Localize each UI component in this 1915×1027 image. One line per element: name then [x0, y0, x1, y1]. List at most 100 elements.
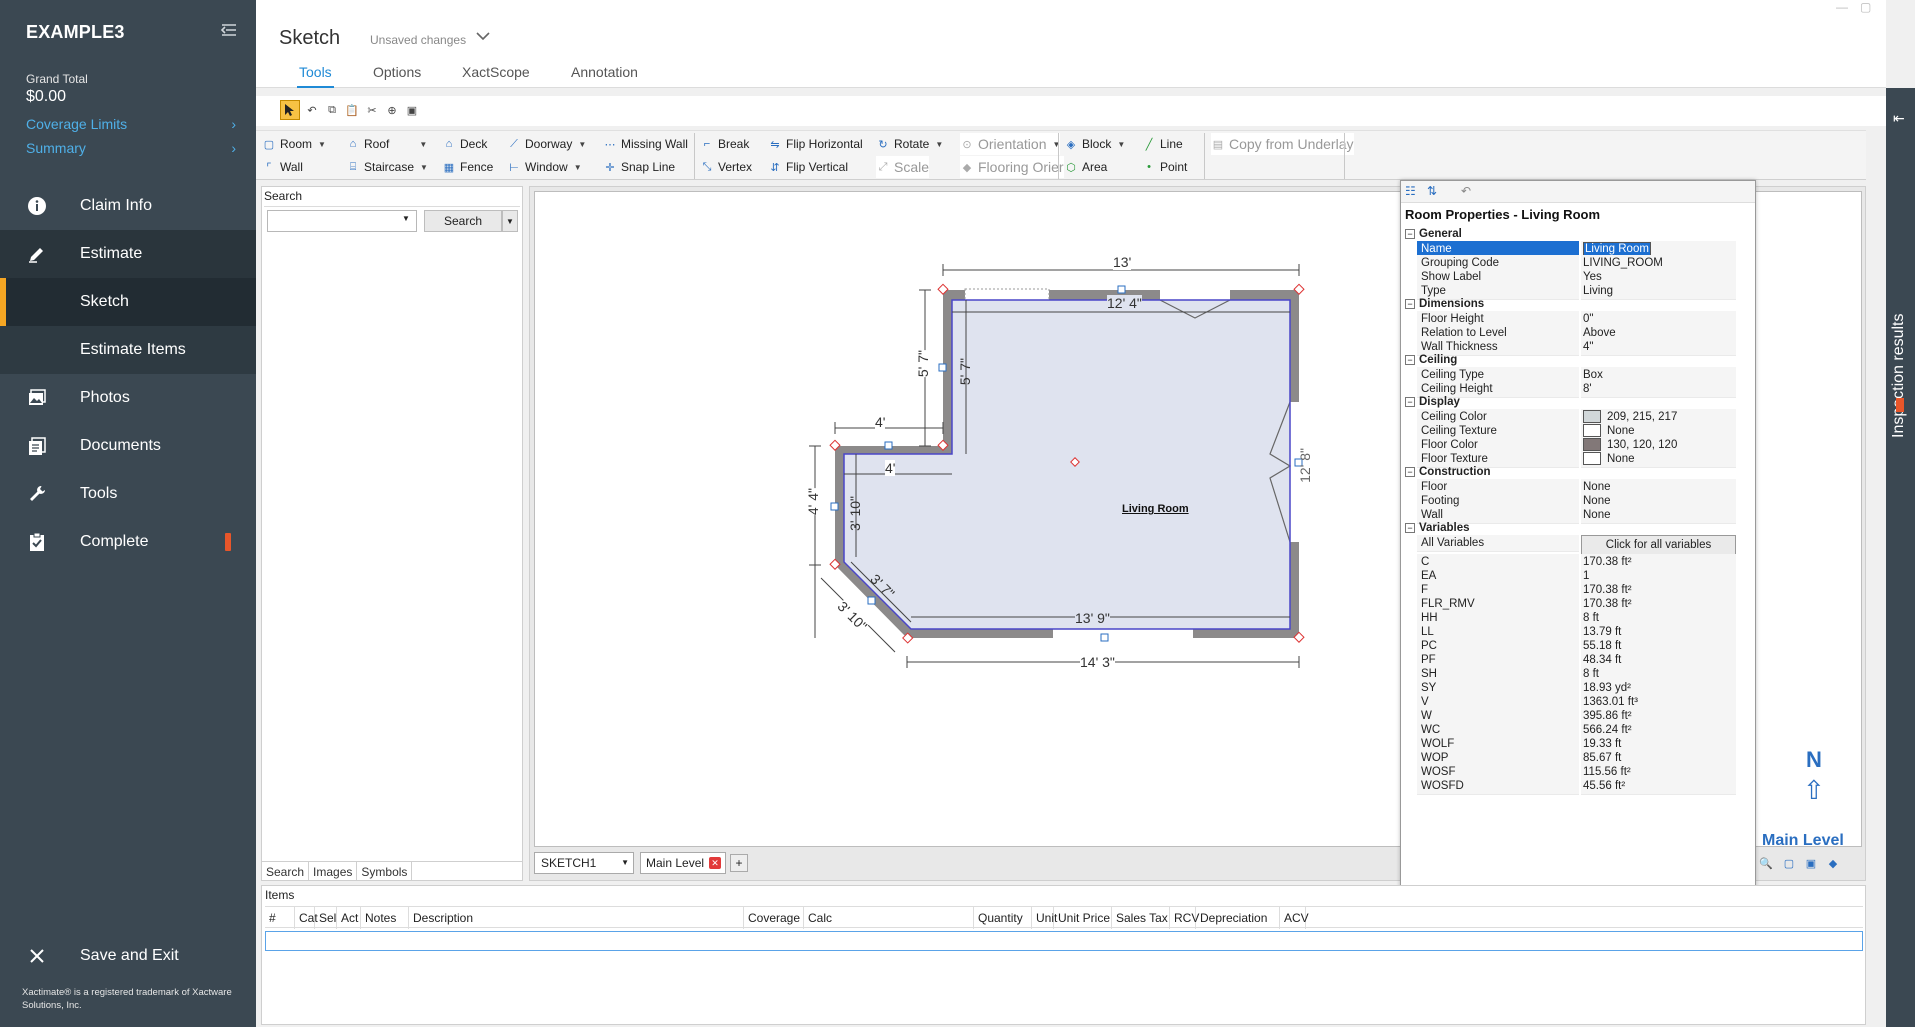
nav-claim-info[interactable]: Claim Info	[0, 182, 256, 230]
collapse-sidebar-icon[interactable]	[220, 22, 240, 42]
flooring-orientation-tool[interactable]: ◆ Flooring Orier	[960, 156, 1064, 178]
wall-tool[interactable]: ⌜ Wall	[262, 156, 302, 178]
tab-tools[interactable]: Tools	[297, 64, 334, 88]
fence-tool[interactable]: ▦ Fence	[442, 156, 494, 178]
minimize-icon[interactable]: —	[1836, 0, 1848, 14]
column-header[interactable]: Calc	[804, 907, 974, 929]
cut-icon[interactable]: ✂	[362, 100, 382, 120]
inspection-results-tab[interactable]: ⇤ Inspection results	[1886, 88, 1915, 1027]
collapse-section-icon[interactable]: −	[1405, 299, 1415, 309]
search-input[interactable]	[267, 210, 417, 232]
room-label[interactable]: Living Room	[1122, 503, 1189, 515]
lock-icon[interactable]: ⊕	[382, 100, 402, 120]
select-pointer-icon[interactable]	[280, 100, 300, 120]
copy-icon[interactable]: ⧉	[322, 100, 342, 120]
summary-link[interactable]: Summary ›	[26, 140, 236, 156]
property-value-text: 8'	[1583, 383, 1592, 395]
undo-icon[interactable]: ↶	[302, 100, 322, 120]
column-header[interactable]: Unit Price	[1054, 907, 1112, 929]
maximize-icon[interactable]: ▢	[1860, 0, 1871, 14]
nav-sketch[interactable]: Sketch	[0, 278, 256, 326]
column-header[interactable]: ACV	[1280, 907, 1309, 929]
nav-photos[interactable]: Photos	[0, 374, 256, 422]
grand-total-value: $0.00	[26, 88, 67, 105]
save-and-exit-button[interactable]: Save and Exit	[0, 932, 256, 980]
save-icon[interactable]: ▣	[402, 100, 422, 120]
column-header[interactable]: Act	[337, 907, 361, 929]
flip-vertical-tool[interactable]: ⇵ Flip Vertical	[768, 156, 848, 178]
search-button[interactable]: Search	[424, 210, 502, 232]
point-tool[interactable]: • Point	[1142, 156, 1187, 178]
nav-estimate[interactable]: Estimate	[0, 230, 256, 278]
tab-search[interactable]: Search	[262, 862, 310, 881]
table-row[interactable]	[265, 931, 1863, 951]
layers-icon[interactable]: ▣	[1802, 854, 1820, 872]
missing-wall-tool[interactable]: ⋯ Missing Wall	[603, 133, 688, 155]
nav-complete[interactable]: Complete	[0, 518, 256, 566]
tab-images[interactable]: Images	[309, 862, 358, 881]
break-tool[interactable]: ⌐ Break	[700, 133, 750, 155]
property-value-text: 48.34 ft	[1583, 654, 1622, 666]
collapse-section-icon[interactable]: −	[1405, 229, 1415, 239]
categorized-view-icon[interactable]: ☷	[1405, 184, 1416, 198]
flip-horizontal-tool[interactable]: ⇋ Flip Horizontal	[768, 133, 862, 155]
room-tool[interactable]: ▢ Room ▼	[262, 133, 326, 155]
collapse-section-icon[interactable]: −	[1405, 397, 1415, 407]
column-header[interactable]: Sel	[315, 907, 337, 929]
sketch-select[interactable]: SKETCH1 ▼	[534, 852, 634, 874]
property-row[interactable]: WOSFD 45.56 ft²	[1401, 778, 1755, 795]
reset-icon[interactable]: ↶	[1461, 184, 1471, 198]
column-header[interactable]: Notes	[361, 907, 409, 929]
coverage-limits-link[interactable]: Coverage Limits ›	[26, 116, 236, 132]
scale-tool[interactable]: ⤢ Scale	[876, 156, 930, 178]
nav-tools[interactable]: Tools	[0, 470, 256, 518]
property-value[interactable]: 45.56 ft²	[1581, 778, 1736, 795]
all-variables-button[interactable]: Click for all variables	[1581, 535, 1736, 555]
column-header[interactable]: RCV	[1170, 907, 1199, 929]
window-tool[interactable]: ⊢ Window ▼	[507, 156, 581, 178]
sort-alpha-icon[interactable]: ⇅	[1427, 184, 1437, 198]
copy-from-underlay-tool[interactable]: ▤ Copy from Underlay	[1211, 133, 1354, 155]
property-row[interactable]: All Variables Click for all variables	[1401, 535, 1755, 555]
column-header[interactable]: Sales Tax	[1112, 907, 1170, 929]
collapse-section-icon[interactable]: −	[1405, 523, 1415, 533]
fit-icon[interactable]: ▢	[1780, 854, 1798, 872]
close-tab-icon[interactable]: ✕	[709, 857, 721, 869]
deck-tool[interactable]: ⌂ Deck	[442, 133, 488, 155]
collapse-section-icon[interactable]: −	[1405, 355, 1415, 365]
nav-documents[interactable]: Documents	[0, 422, 256, 470]
roof-tool[interactable]: ⌂ Roof ▼	[346, 133, 428, 155]
add-level-button[interactable]: +	[730, 854, 748, 872]
snap-line-tool[interactable]: ✛ Snap Line	[603, 156, 675, 178]
room-label: Room	[280, 137, 313, 151]
orientation-tool[interactable]: ⊙ Orientation ▼	[960, 133, 1061, 155]
nav-estimate-items[interactable]: Estimate Items	[0, 326, 256, 374]
3d-view-icon[interactable]: ◆	[1824, 854, 1842, 872]
staircase-tool[interactable]: ⌸ Staircase ▼	[346, 156, 428, 178]
tab-symbols[interactable]: Symbols	[357, 862, 413, 881]
chevron-down-icon[interactable]	[476, 30, 490, 44]
vertex-tool[interactable]: ⤡ Vertex	[700, 156, 752, 178]
column-header[interactable]: Cat	[295, 907, 318, 929]
area-tool[interactable]: ⬡ Area	[1064, 156, 1107, 178]
tab-xactscope[interactable]: XactScope	[462, 64, 530, 80]
paste-icon[interactable]: 📋	[342, 100, 362, 120]
chevron-down-icon[interactable]: ▼	[402, 214, 410, 223]
doorway-tool[interactable]: ⟋ Doorway ▼	[507, 133, 586, 155]
column-header[interactable]: Description	[409, 907, 744, 929]
column-header[interactable]: Quantity	[974, 907, 1032, 929]
search-options-dropdown[interactable]: ▼	[502, 210, 518, 232]
tab-annotation[interactable]: Annotation	[571, 64, 638, 80]
expand-panel-icon[interactable]: ⇤	[1893, 110, 1905, 127]
line-tool[interactable]: ╱ Line	[1142, 133, 1183, 155]
column-header[interactable]: Coverage	[744, 907, 804, 929]
column-header[interactable]: Depreciation	[1196, 907, 1280, 929]
rotate-tool[interactable]: ↻ Rotate ▼	[876, 133, 943, 155]
block-tool[interactable]: ◈ Block ▼	[1064, 133, 1126, 155]
tab-options[interactable]: Options	[373, 64, 421, 80]
level-tab-main[interactable]: Main Level ✕	[640, 852, 726, 874]
zoom-icon[interactable]: 🔍	[1757, 854, 1775, 872]
column-header[interactable]: #	[265, 907, 295, 929]
column-header[interactable]: Unit	[1032, 907, 1057, 929]
collapse-section-icon[interactable]: −	[1405, 467, 1415, 477]
